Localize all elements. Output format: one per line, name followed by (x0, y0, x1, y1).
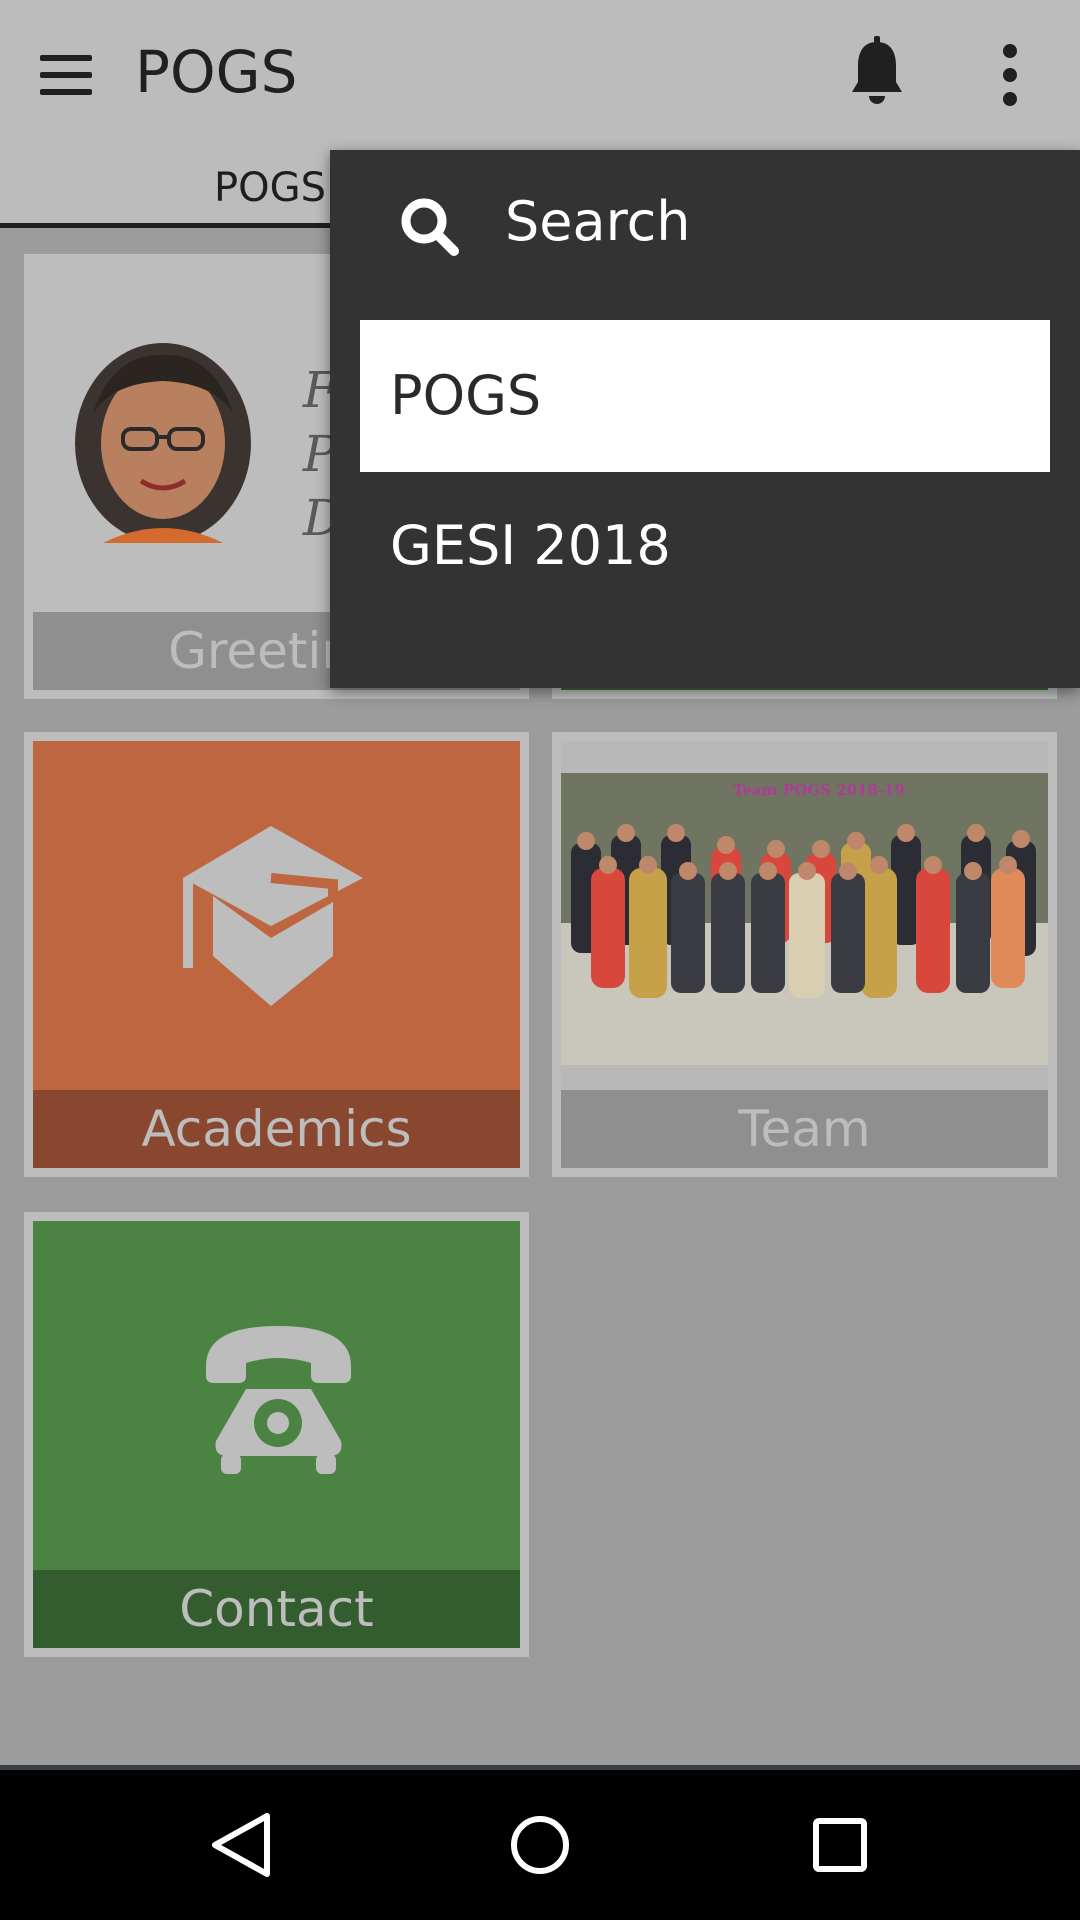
profile-photo (75, 343, 251, 543)
overflow-menu: Search POGS GESI 2018 (330, 150, 1080, 688)
bell-icon[interactable] (848, 36, 906, 110)
team-label: Team (561, 1090, 1048, 1168)
home-circle-icon[interactable] (495, 1800, 585, 1890)
menu-search-label: Search (505, 190, 691, 253)
team-photo-caption: Team POGS 2018-19 (733, 781, 905, 799)
academics-tile[interactable]: Academics (24, 732, 529, 1177)
menu-item-pogs[interactable]: POGS (360, 320, 1050, 472)
back-triangle-icon[interactable] (195, 1800, 285, 1890)
team-photo: Team POGS 2018-19 (561, 773, 1048, 1065)
hamburger-icon[interactable] (40, 55, 92, 95)
contact-label: Contact (33, 1570, 520, 1648)
academics-label: Academics (33, 1090, 520, 1168)
app-title: POGS (135, 38, 298, 106)
graduation-cap-icon (183, 826, 363, 1006)
app-bar: POGS (0, 0, 1080, 150)
menu-search-item[interactable]: Search (330, 150, 1080, 300)
contact-tile[interactable]: Contact (24, 1212, 529, 1657)
tab-label: POGS (214, 165, 326, 211)
menu-item-gesi-2018[interactable]: GESI 2018 (360, 470, 1050, 622)
team-tile[interactable]: Team POGS 2018-19 Team (552, 732, 1057, 1177)
system-nav-bar (0, 1770, 1080, 1920)
more-vertical-icon[interactable] (990, 44, 1030, 106)
search-icon (401, 198, 459, 256)
recents-square-icon[interactable] (795, 1800, 885, 1890)
telephone-icon (206, 1326, 351, 1474)
